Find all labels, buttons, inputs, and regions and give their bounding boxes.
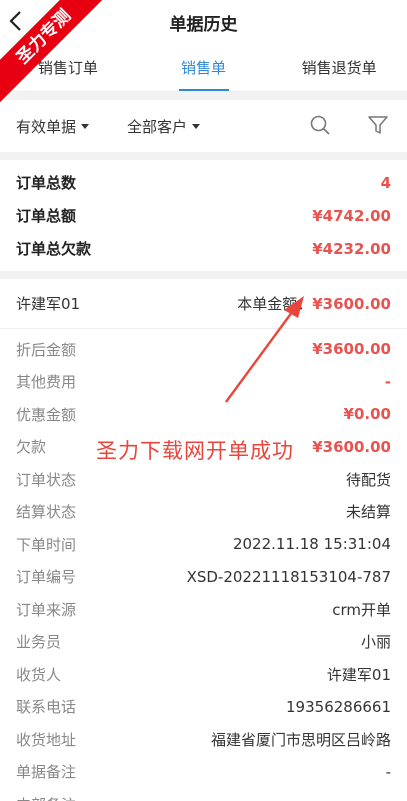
summary-panel: 订单总数 4 订单总额 ¥4742.00 订单总欠款 ¥4232.00 [0, 160, 407, 271]
detail-value: crm开单 [332, 600, 391, 619]
summary-row-count: 订单总数 4 [16, 166, 391, 199]
divider [0, 271, 407, 279]
summary-value: ¥4742.00 [312, 206, 391, 225]
detail-row: 优惠金额 ¥0.00 [0, 398, 407, 431]
detail-label: 业务员 [16, 633, 62, 652]
detail-value: 待配货 [345, 470, 391, 489]
detail-row: 订单编号 XSD-20221118153104-787 [0, 561, 407, 594]
detail-row: 订单状态 待配货 [0, 463, 407, 496]
detail-label: 欠款 [16, 438, 47, 457]
detail-label: 优惠金额 [16, 405, 77, 424]
detail-row: 内部备注 - [0, 788, 407, 801]
detail-row: 下单时间 2022.11.18 15:31:04 [0, 528, 407, 561]
page-title: 单据历史 [169, 14, 238, 35]
chevron-left-icon[interactable] [8, 10, 28, 34]
detail-row: 联系电话 19356286661 [0, 691, 407, 724]
divider [0, 92, 407, 100]
caret-down-icon [192, 123, 201, 129]
detail-label: 其他费用 [16, 373, 77, 392]
annotation-text: 圣力下载网开单成功 [96, 439, 294, 463]
order-detail-list: 折后金额 ¥3600.00 其他费用 - 优惠金额 ¥0.00 欠款 ¥3600.00 订单状态… [0, 329, 407, 801]
annotation-arrow-icon [225, 296, 304, 403]
detail-label: 折后金额 [16, 340, 77, 359]
detail-value: - [385, 762, 391, 781]
order-amount-value: ¥3600.00 [312, 295, 391, 313]
detail-label: 订单编号 [16, 568, 77, 587]
status-dropdown[interactable]: 有效单据 [16, 116, 90, 137]
order-card-header: 许建军01 本单金额：¥3600.00 [0, 279, 407, 329]
detail-label: 结算状态 [16, 503, 77, 522]
summary-value: ¥4232.00 [312, 239, 391, 258]
customer-dropdown[interactable]: 全部客户 [127, 116, 201, 137]
order-card[interactable]: 许建军01 本单金额：¥3600.00 折后金额 ¥3600.00 其他费用 - 优惠金… [0, 279, 407, 801]
detail-value: 许建军01 [326, 665, 391, 684]
summary-value: 4 [380, 173, 391, 192]
detail-value: 小丽 [360, 633, 391, 652]
customer-name: 许建军01 [16, 295, 81, 313]
summary-row-debt: 订单总欠款 ¥4232.00 [16, 232, 391, 265]
filter-icon[interactable] [367, 114, 391, 138]
detail-label: 收货地址 [16, 730, 77, 749]
detail-row: 收货地址 福建省厦门市思明区吕岭路 [0, 723, 407, 756]
tab-sales-return[interactable]: 销售退货单 [271, 44, 407, 91]
detail-value: 未结算 [345, 503, 391, 522]
detail-value: - [386, 795, 391, 801]
tab-sales-bill[interactable]: 销售单 [136, 44, 272, 91]
summary-label: 订单总额 [16, 207, 77, 225]
detail-label: 收货人 [16, 665, 62, 684]
summary-row-total: 订单总额 ¥4742.00 [16, 199, 391, 232]
detail-row: 单据备注 - [0, 756, 407, 789]
detail-value: XSD-20221118153104-787 [186, 567, 391, 586]
detail-label: 联系电话 [16, 698, 77, 717]
detail-value: 2022.11.18 15:31:04 [232, 535, 391, 554]
detail-value: ¥3600.00 [312, 437, 391, 456]
detail-row: 订单来源 crm开单 [0, 593, 407, 626]
search-icon[interactable] [309, 114, 333, 138]
detail-label: 内部备注 [16, 794, 76, 801]
divider [0, 152, 407, 160]
detail-label: 下单时间 [16, 535, 77, 554]
summary-label: 订单总欠款 [16, 240, 92, 258]
detail-row: 其他费用 - [0, 366, 407, 399]
detail-value: 19356286661 [286, 697, 391, 716]
detail-row: 折后金额 ¥3600.00 [0, 333, 407, 366]
filter-bar: 有效单据 全部客户 [0, 100, 407, 152]
order-type-tabs: 销售订单 销售单 销售退货单 [0, 44, 407, 92]
detail-value: ¥3600.00 [312, 340, 391, 359]
detail-row: 收货人 许建军01 [0, 658, 407, 691]
detail-value: - [384, 372, 391, 391]
customer-dropdown-label: 全部客户 [127, 117, 188, 136]
summary-label: 订单总数 [16, 174, 77, 192]
caret-down-icon [81, 123, 90, 129]
status-dropdown-label: 有效单据 [16, 117, 77, 136]
detail-row: 业务员 小丽 [0, 626, 407, 659]
detail-value: ¥0.00 [343, 405, 391, 424]
detail-label: 订单来源 [16, 600, 77, 619]
detail-label: 单据备注 [16, 763, 77, 782]
detail-label: 订单状态 [16, 470, 77, 489]
detail-row: 结算状态 未结算 [0, 496, 407, 529]
detail-value: 福建省厦门市思明区吕岭路 [210, 730, 391, 749]
